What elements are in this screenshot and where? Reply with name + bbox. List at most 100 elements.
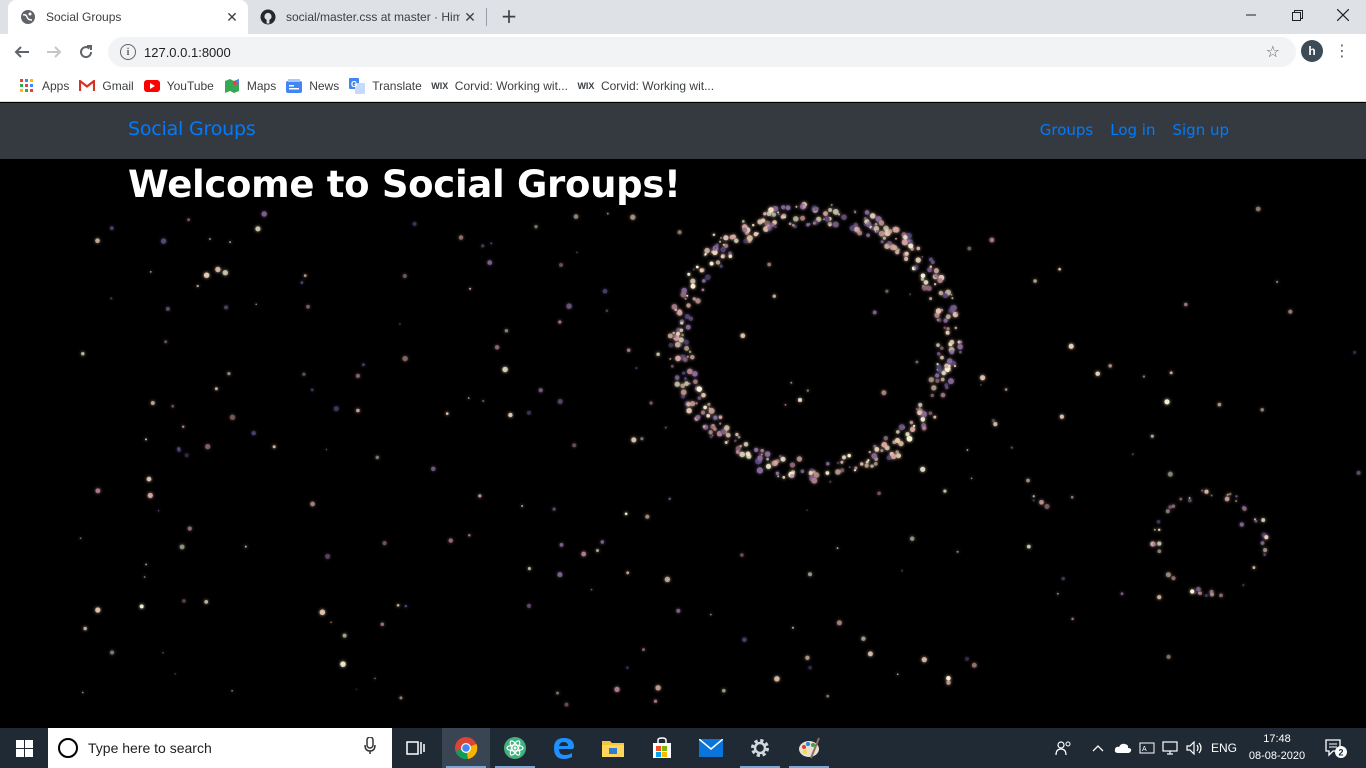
particle <box>751 223 755 227</box>
particle <box>110 650 115 655</box>
particle <box>526 603 532 608</box>
close-tab-icon[interactable]: ✕ <box>222 7 242 27</box>
particle <box>874 447 880 452</box>
back-icon[interactable] <box>8 38 36 66</box>
particle <box>928 411 933 415</box>
settings-taskbar-icon[interactable] <box>736 728 784 768</box>
bookmark-star-icon[interactable]: ☆ <box>1266 42 1280 61</box>
language-indicator[interactable]: ENG <box>1208 728 1240 768</box>
taskbar-search[interactable]: Type here to search <box>48 728 392 768</box>
particle <box>602 288 608 294</box>
particle <box>1209 589 1214 594</box>
volume-icon[interactable] <box>1184 728 1206 768</box>
edge-taskbar-icon[interactable] <box>540 728 588 768</box>
particle <box>940 392 946 398</box>
particle <box>936 318 939 321</box>
nav-link-signup[interactable]: Sign up <box>1172 121 1229 139</box>
bookmark-translate[interactable]: G Translate <box>344 73 427 99</box>
news-icon <box>286 78 303 94</box>
bookmark-news[interactable]: News <box>281 73 344 99</box>
bookmark-apps[interactable]: Apps <box>14 73 74 99</box>
particle <box>782 476 786 479</box>
chrome-taskbar-icon[interactable] <box>442 728 490 768</box>
particle <box>664 426 667 429</box>
particle <box>1142 375 1146 378</box>
particle <box>938 290 944 296</box>
particle <box>904 251 909 256</box>
bookmark-corvid-1[interactable]: WIX Corvid: Working wit... <box>427 73 573 99</box>
site-info-icon[interactable]: i <box>120 44 136 60</box>
particle <box>681 394 685 399</box>
menu-dots-icon[interactable]: ⋮ <box>1334 40 1350 62</box>
particle <box>742 637 747 642</box>
particle <box>693 379 698 385</box>
minimize-icon[interactable] <box>1228 0 1274 30</box>
new-tab-icon[interactable]: + <box>498 5 520 27</box>
nav-link-groups[interactable]: Groups <box>1040 121 1093 139</box>
particle <box>526 410 532 415</box>
store-taskbar-icon[interactable] <box>638 728 686 768</box>
particle <box>896 430 900 434</box>
nav-link-login[interactable]: Log in <box>1110 121 1155 139</box>
particle <box>936 343 940 347</box>
particle <box>920 417 926 422</box>
windows-start-icon[interactable] <box>0 728 48 768</box>
profile-avatar[interactable]: h <box>1301 40 1323 62</box>
network-icon[interactable] <box>1160 728 1182 768</box>
particle <box>1026 544 1031 549</box>
keyboard-icon[interactable]: A <box>1136 728 1158 768</box>
atom-taskbar-icon[interactable] <box>491 728 539 768</box>
particle <box>913 264 919 270</box>
particle <box>1263 553 1266 556</box>
bookmark-label: Corvid: Working wit... <box>454 78 568 93</box>
reload-icon[interactable] <box>72 38 100 66</box>
particle <box>825 471 830 475</box>
bookmark-gmail[interactable]: Gmail <box>74 73 138 99</box>
particle <box>768 207 774 213</box>
people-icon[interactable] <box>1050 728 1078 768</box>
particle <box>399 323 401 325</box>
notifications-icon[interactable]: 2 <box>1320 728 1352 768</box>
particle <box>909 420 914 425</box>
bookmark-corvid-2[interactable]: WIX Corvid: Working wit... <box>573 73 719 99</box>
particle <box>306 304 310 309</box>
particle <box>1165 509 1170 514</box>
address-bar[interactable]: i 127.0.0.1:8000 ☆ <box>108 37 1296 67</box>
close-tab-icon[interactable]: ✕ <box>460 7 480 27</box>
bookmark-maps[interactable]: Maps <box>219 73 281 99</box>
particle <box>921 425 927 431</box>
file-explorer-icon[interactable] <box>589 728 637 768</box>
task-view-icon[interactable] <box>392 728 440 768</box>
particle <box>678 337 684 343</box>
particle <box>690 283 696 289</box>
particle <box>898 424 905 431</box>
paint-taskbar-icon[interactable] <box>785 728 833 768</box>
particle <box>146 476 152 482</box>
particle <box>777 213 780 216</box>
taskbar-clock[interactable]: 17:48 08-08-2020 <box>1244 731 1310 765</box>
close-window-icon[interactable] <box>1320 0 1366 30</box>
restore-icon[interactable] <box>1274 0 1320 30</box>
particle <box>701 392 706 398</box>
bookmark-youtube[interactable]: YouTube <box>139 73 219 99</box>
tab-social-groups[interactable]: Social Groups ✕ <box>8 0 248 34</box>
particle <box>581 551 587 557</box>
microphone-icon[interactable] <box>360 736 380 759</box>
forward-icon[interactable] <box>40 38 68 66</box>
particle <box>681 333 684 337</box>
tab-github-css[interactable]: social/master.css at master · Him ✕ <box>248 0 486 34</box>
onedrive-icon[interactable] <box>1112 728 1134 768</box>
particle <box>863 217 867 220</box>
particle <box>676 608 681 613</box>
particle <box>333 406 339 412</box>
particle <box>181 425 185 428</box>
particle <box>1255 206 1261 212</box>
particle <box>708 430 713 435</box>
particle <box>873 462 878 466</box>
particle <box>935 378 940 383</box>
chevron-up-icon[interactable] <box>1088 728 1108 768</box>
brand-link[interactable]: Social Groups <box>128 118 256 140</box>
particle <box>690 278 696 284</box>
particle <box>743 238 749 244</box>
mail-taskbar-icon[interactable] <box>687 728 735 768</box>
